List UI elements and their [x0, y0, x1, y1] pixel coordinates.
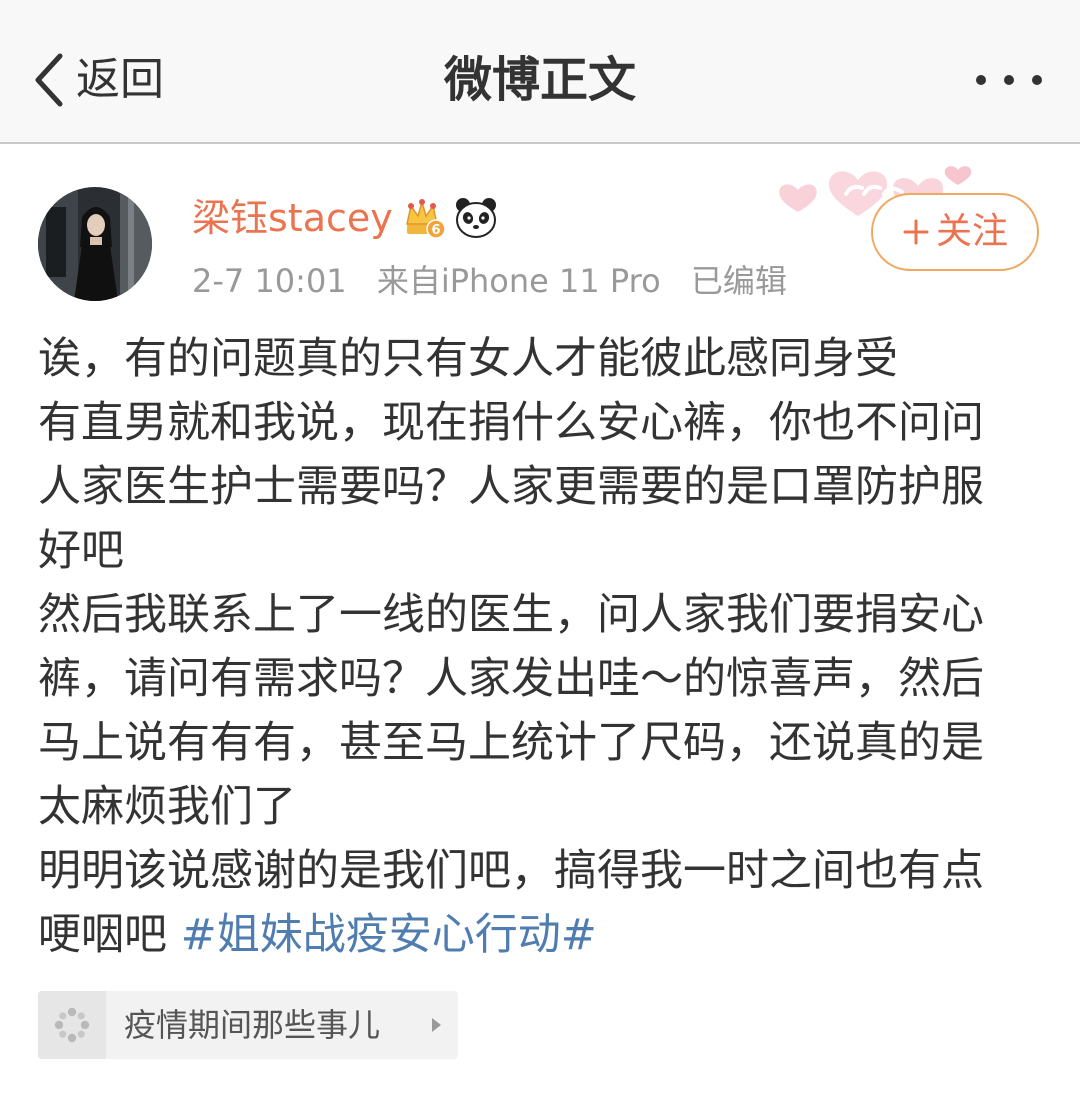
post-source: 来自iPhone 11 Pro	[376, 262, 661, 300]
more-dot-icon	[976, 75, 986, 85]
post-text-line: 好吧	[38, 526, 124, 576]
author-info: 梁钰stacey 6	[192, 188, 499, 248]
post-text-line: 太麻烦我们了	[38, 782, 296, 832]
topic-icon-box	[38, 991, 106, 1059]
topic-tag[interactable]: 疫情期间那些事儿	[38, 991, 458, 1059]
hashtag-link[interactable]: #姐妹战疫安心行动#	[181, 910, 597, 960]
crown-level-text: 6	[431, 223, 440, 238]
post-text-line: 人家医生护士需要吗？人家更需要的是口罩防护服	[38, 462, 984, 512]
plus-icon	[903, 219, 929, 245]
edited-label[interactable]: 已编辑	[691, 262, 787, 300]
more-dot-icon	[1004, 75, 1014, 85]
follow-label: 关注	[935, 211, 1008, 252]
post-text-fragment: 哽咽吧	[38, 910, 181, 960]
post-text-line-last: 哽咽吧 #姐妹战疫安心行动#	[38, 903, 1048, 967]
post-text-line: 马上说有有有，甚至马上统计了尺码，还说真的是	[38, 718, 984, 768]
post-text-line: 明明该说感谢的是我们吧，搞得我一时之间也有点	[38, 846, 984, 896]
post-text-line: 裤，请问有需求吗？人家发出哇～的惊喜声，然后	[38, 654, 984, 704]
page-title: 微博正文	[443, 52, 636, 108]
post-time: 2-7 10:01	[192, 262, 347, 300]
post-meta: 2-7 10:01 来自iPhone 11 Pro 已编辑	[192, 258, 807, 304]
topic-label: 疫情期间那些事儿	[124, 1006, 381, 1044]
more-options-button[interactable]	[976, 60, 1042, 100]
crown-member-icon[interactable]: 6	[403, 196, 447, 240]
post-text-line: 有直男就和我说，现在捐什么安心裤，你也不问问	[38, 398, 984, 448]
weibo-post-page: 返回 微博正文 梁钰stacey 6 2-7 10:01 来自iPhone 11…	[0, 0, 1080, 1100]
follow-button[interactable]: 关注	[871, 193, 1039, 271]
author-name[interactable]: 梁钰stacey	[192, 188, 393, 248]
more-dot-icon	[1032, 75, 1042, 85]
post-content: 诶，有的问题真的只有女人才能彼此感同身受 有直男就和我说，现在捐什么安心裤，你也…	[38, 327, 1048, 967]
avatar[interactable]	[38, 187, 152, 301]
avatar-image	[38, 187, 152, 301]
nav-bar: 返回 微博正文	[0, 0, 1080, 144]
topic-flower-icon	[54, 1007, 90, 1043]
caret-right-icon	[432, 1018, 441, 1032]
panda-icon	[455, 198, 496, 238]
post-text-line: 然后我联系上了一线的医生，问人家我们要捐安心	[38, 590, 984, 640]
post-text-line: 诶，有的问题真的只有女人才能彼此感同身受	[38, 334, 898, 384]
